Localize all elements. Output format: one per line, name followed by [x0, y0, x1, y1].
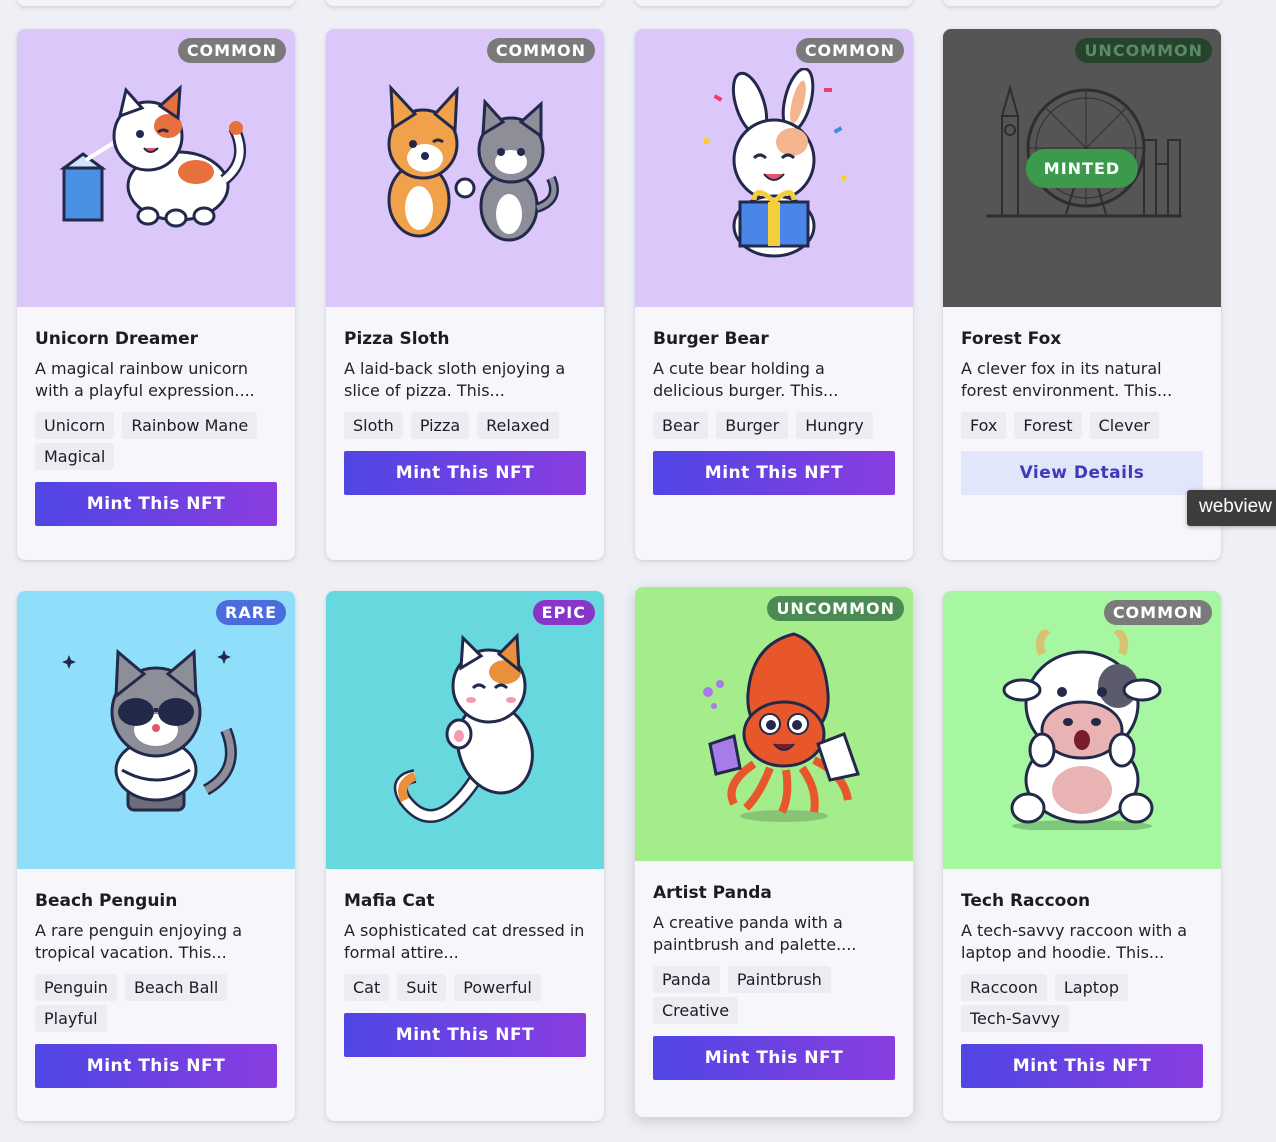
tag: Beach Ball	[124, 974, 228, 1001]
mint-nft-button[interactable]: Mint This NFT	[35, 1044, 277, 1088]
nft-card-grid: COMMON Unicorn Dreamer A magical rainbow…	[0, 0, 1276, 1142]
nft-description: A magical rainbow unicorn with a playful…	[35, 359, 255, 400]
nft-card: COMMON Burger Bear A cute bear holding a…	[635, 29, 913, 560]
floating-cat-illustration	[393, 632, 534, 823]
tag: Penguin	[35, 974, 117, 1001]
tag: Unicorn	[35, 412, 115, 439]
mint-nft-button[interactable]: Mint This NFT	[961, 1044, 1203, 1088]
nft-title: Tech Raccoon	[961, 891, 1091, 911]
nft-description: A creative panda with a paintbrush and p…	[653, 913, 857, 954]
tag: Burger	[716, 412, 789, 439]
dog-and-cat-illustration	[387, 83, 559, 242]
tag-list: Sloth Pizza Relaxed	[344, 412, 586, 439]
tag: Suit	[397, 974, 447, 1001]
bunny-with-gift-illustration	[704, 68, 847, 258]
tag: Hungry	[796, 412, 873, 439]
rarity-badge: UNCOMMON	[767, 596, 904, 621]
nft-title: Mafia Cat	[344, 891, 435, 911]
nft-card: RARE Beach Penguin A rare penguin enjoyi…	[17, 591, 295, 1121]
tag-list: Unicorn Rainbow Mane Magical	[35, 412, 277, 470]
view-details-button[interactable]: View Details	[961, 451, 1203, 495]
nft-description: A tech-savvy raccoon with a laptop and h…	[961, 921, 1188, 962]
tag: Pizza	[410, 412, 470, 439]
tag: Bear	[653, 412, 709, 439]
rarity-badge: COMMON	[486, 38, 595, 63]
nft-artwork: COMMON	[943, 591, 1221, 869]
nft-card: EPIC Mafia Cat A sophisticated cat dress…	[326, 591, 604, 1121]
nft-card: MINTED UNCOMMON Forest Fox A clever fox …	[943, 29, 1221, 560]
nft-title: Burger Bear	[653, 329, 769, 349]
tag: Paintbrush	[727, 966, 831, 993]
tag-list: Penguin Beach Ball Playful	[35, 974, 277, 1032]
nft-artwork: RARE	[17, 591, 295, 869]
tag: Sloth	[344, 412, 403, 439]
tag: Cat	[344, 974, 390, 1001]
tag: Panda	[653, 966, 720, 993]
tag: Magical	[35, 443, 115, 470]
tag-list: Fox Forest Clever	[961, 412, 1203, 439]
nft-title: Unicorn Dreamer	[35, 329, 199, 349]
nft-title: Artist Panda	[653, 883, 772, 903]
tag-list: Bear Burger Hungry	[653, 412, 895, 439]
nft-description: A laid-back sloth enjoying a slice of pi…	[344, 359, 566, 400]
tag: Creative	[653, 997, 739, 1024]
nft-card: COMMON Tech Raccoon A tech-savvy raccoon…	[943, 591, 1221, 1121]
nft-card: COMMON Unicorn Dreamer A magical rainbow…	[17, 29, 295, 560]
tag: Playful	[35, 1005, 107, 1032]
mint-nft-button[interactable]: Mint This NFT	[344, 1013, 586, 1057]
nft-description: A cute bear holding a delicious burger. …	[653, 359, 839, 400]
cat-with-milk-illustration	[59, 84, 247, 228]
tag-list: Cat Suit Powerful	[344, 974, 586, 1001]
webview-tooltip: webview	[1187, 490, 1276, 526]
mint-nft-button[interactable]: Mint This NFT	[35, 482, 277, 526]
nft-title: Pizza Sloth	[344, 329, 450, 349]
tag: Forest	[1014, 412, 1082, 439]
tag: Raccoon	[961, 974, 1047, 1001]
tag: Powerful	[454, 974, 541, 1001]
tag: Rainbow Mane	[122, 412, 258, 439]
nft-title: Beach Penguin	[35, 891, 178, 911]
tag-list: Raccoon Laptop Tech-Savvy	[961, 974, 1203, 1032]
rarity-badge: COMMON	[177, 38, 286, 63]
nft-artwork: EPIC	[326, 591, 604, 869]
nft-artwork: UNCOMMON	[635, 587, 913, 861]
rarity-badge: COMMON	[795, 38, 904, 63]
mint-nft-button[interactable]: Mint This NFT	[653, 1036, 895, 1080]
tag: Fox	[961, 412, 1007, 439]
surprised-cow-illustration	[1002, 630, 1162, 830]
nft-card: COMMON Pizza Sloth A laid-back sloth enj…	[326, 29, 604, 560]
nft-artwork: COMMON	[17, 29, 295, 307]
tag: Tech-Savvy	[961, 1005, 1069, 1032]
nft-title: Forest Fox	[961, 329, 1062, 349]
nft-description: A clever fox in its natural forest envir…	[961, 359, 1173, 400]
tag: Clever	[1089, 412, 1159, 439]
rarity-badge: RARE	[216, 600, 286, 625]
tag: Laptop	[1054, 974, 1128, 1001]
rarity-badge: COMMON	[1103, 600, 1212, 625]
minted-label: MINTED	[1025, 149, 1139, 188]
nft-card: UNCOMMON Artist Panda A creative panda w…	[635, 587, 913, 1117]
nft-description: A rare penguin enjoying a tropical vacat…	[35, 921, 242, 962]
mint-nft-button[interactable]: Mint This NFT	[653, 451, 895, 495]
mint-nft-button[interactable]: Mint This NFT	[344, 451, 586, 495]
nft-artwork: COMMON	[635, 29, 913, 307]
nft-artwork: MINTED UNCOMMON	[943, 29, 1221, 307]
tag: Relaxed	[477, 412, 559, 439]
cool-cat-illustration	[62, 648, 237, 812]
rarity-badge: UNCOMMON	[1075, 38, 1212, 63]
squid-scientist-illustration	[703, 632, 860, 822]
nft-description: A sophisticated cat dressed in formal at…	[344, 921, 585, 962]
nft-artwork: COMMON	[326, 29, 604, 307]
rarity-badge: EPIC	[532, 600, 595, 625]
tag-list: Panda Paintbrush Creative	[653, 966, 895, 1024]
